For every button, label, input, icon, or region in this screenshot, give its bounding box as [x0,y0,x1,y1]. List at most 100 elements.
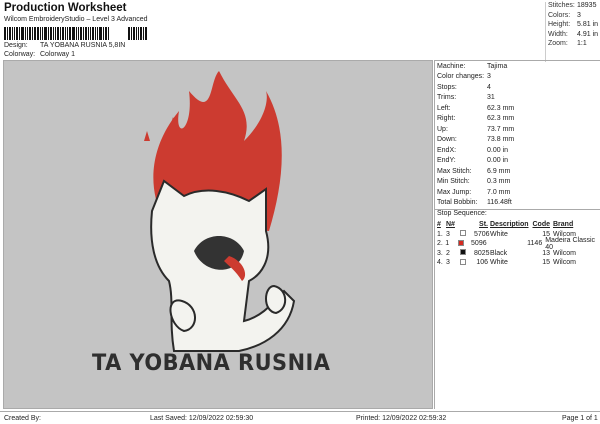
created-by: Created By: [4,414,41,422]
stat-value: 3 [577,11,581,19]
info-row: Min Stitch: 0.3 mm [435,177,600,188]
info-value: 73.7 mm [487,125,515,133]
color-description: White [490,259,508,267]
stat-value: 18935 [577,2,597,9]
info-value: 0.00 in [487,157,509,165]
page-title: Production Worksheet [4,2,127,14]
colorway-row: Colorway: Colorway 1 [4,51,75,58]
info-row: Max Jump: 7.0 mm [435,187,600,198]
info-row: Machine: Tajima [435,61,600,72]
stat-row: Zoom: 1:1 [548,40,600,50]
needle-number: 3 [446,259,450,267]
last-saved: Last Saved: 12/09/2022 02:59:30 [150,414,254,422]
details-panel: Machine: Tajima Color changes: 3 Stops: 4 Trim… [434,60,600,409]
info-row: Down: 73.8 mm [435,135,600,146]
design-label: Design: [4,42,28,49]
stat-label: Zoom: [548,40,568,48]
info-label: Max Jump: [437,188,472,196]
stat-label: Colors: [548,11,571,19]
thread-code: 13 [542,249,550,257]
color-swatch [460,258,466,265]
col-header: Description [490,221,529,229]
design-value: TA YOBANA RUSNIA 5,8IN [40,42,126,49]
stitch-count: 8025 [474,249,490,257]
info-row: Stops: 4 [435,82,600,93]
col-header: St. [479,221,488,229]
stat-row: Height: 5.81 in [548,21,600,31]
col-header: Code [532,221,551,229]
info-value: 62.3 mm [487,104,515,112]
info-row: Trims: 31 [435,93,600,104]
stat-row: Colors: 3 [548,12,600,22]
thread-brand: Madeira Classic 40 [545,236,596,251]
stop-index: 3. [437,249,443,257]
needle-number: 3 [446,230,450,238]
info-label: Right: [437,115,456,123]
info-label: EndY: [437,157,456,165]
needle-number: 2 [446,249,450,257]
info-label: Total Bobbin: [437,199,478,207]
stat-row: Stitches: 18935 [548,2,600,12]
info-value: 116.48ft [487,199,512,207]
info-row: Color changes: 3 [435,72,600,83]
thread-code: 15 [542,259,550,267]
barcode-suffix: , [140,30,143,41]
page-number: Page 1 of 1 [562,414,598,422]
stats-box: Stitches: 18935 Colors: 3 Height: 5.81 in W… [545,2,600,62]
thread-brand: Wilcom [553,259,576,267]
col-header: Brand [553,221,574,229]
info-label: Machine: [437,62,466,70]
stop-row: 2. 1 5096 1146 Madeira Classic 40 [437,236,600,251]
info-value: 31 [487,94,495,102]
info-label: EndX: [437,146,457,154]
info-label: Color changes: [437,73,485,81]
info-value: 73.8 mm [487,136,515,144]
needle-number: 1 [445,240,450,248]
design-lettering: TA YOBANA RUSNIA [92,351,331,376]
color-description: Black [490,249,508,257]
stop-row: 3. 2 8025 Black 13 Wilcom [437,249,600,259]
info-value: 3 [487,73,491,81]
info-value: 0.3 mm [487,178,511,186]
info-value: 6.9 mm [487,167,511,175]
info-label: Left: [437,104,451,112]
stat-value: 1:1 [577,40,587,48]
col-header: # [437,221,441,229]
stop-index: 4. [437,259,443,267]
info-row: EndY: 0.00 in [435,156,600,167]
info-label: Max Stitch: [437,167,472,175]
info-row: Max Stitch: 6.9 mm [435,166,600,177]
stitch-count: 106 [476,259,488,267]
design-row: Design: TA YOBANA RUSNIA 5,8IN [4,42,125,49]
stat-value: 5.81 in [577,21,599,29]
stitch-count: 5096 [471,240,487,248]
stop-row: 4. 3 106 White 15 Wilcom [437,258,600,268]
info-row: Left: 62.3 mm [435,103,600,114]
info-label: Down: [437,136,457,144]
info-row: Total Bobbin: 116.48ft [435,198,600,209]
thread-code: 1146 [527,240,543,248]
stitch-count: 5706 [474,230,490,238]
info-row: EndX: 0.00 in [435,145,600,156]
machine-info: Machine: Tajima Color changes: 3 Stops: 4 Trim… [435,61,600,208]
printed-date: Printed: 12/09/2022 02:59:32 [356,414,447,422]
stop-index: 1. [437,230,443,238]
info-value: 62.3 mm [487,115,515,123]
info-label: Up: [437,125,448,133]
info-row: Right: 62.3 mm [435,114,600,125]
stat-label: Width: [548,30,568,38]
stat-value: 4.91 in [577,30,599,38]
colorway-label: Colorway: [4,51,36,58]
color-swatch [460,249,466,256]
stop-sequence: Stop Sequence: # N# St. Description Code Bran… [435,209,600,268]
design-preview: TA YOBANA RUSNIA [3,60,433,409]
stop-sequence-title: Stop Sequence: [437,210,487,217]
info-label: Stops: [437,83,457,91]
info-value: Tajima [487,62,508,70]
footer: Created By: Last Saved: 12/09/2022 02:59… [0,411,600,424]
col-header: N# [446,221,455,229]
stat-label: Height: [548,21,571,29]
stat-label: Stitches: [548,2,575,9]
stop-header: # N# St. Description Code Brand [437,220,600,230]
info-label: Trims: [437,94,457,102]
